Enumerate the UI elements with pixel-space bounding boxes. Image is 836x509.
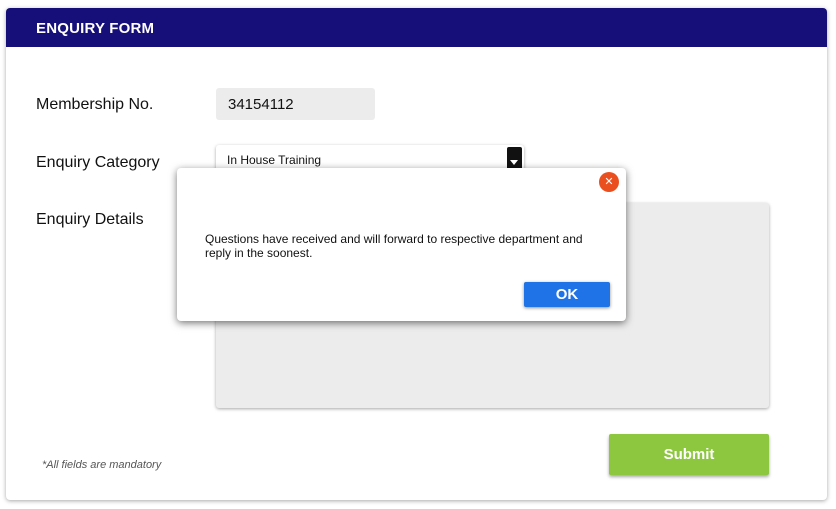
- category-selected-value: In House Training: [227, 153, 322, 167]
- confirmation-dialog: ✕ Questions have received and will forwa…: [177, 168, 626, 321]
- membership-number-value: 34154112: [228, 96, 294, 113]
- close-icon[interactable]: ✕: [599, 172, 619, 192]
- mandatory-note: *All fields are mandatory: [42, 459, 162, 471]
- form-title: ENQUIRY FORM: [36, 20, 155, 37]
- ok-button[interactable]: OK: [524, 282, 610, 307]
- membership-label: Membership No.: [36, 96, 154, 113]
- dialog-message: Questions have received and will forward…: [205, 232, 583, 260]
- category-label: Enquiry Category: [36, 154, 160, 171]
- form-header: ENQUIRY FORM: [6, 8, 827, 47]
- membership-number-field[interactable]: 34154112: [216, 88, 375, 120]
- details-label: Enquiry Details: [36, 211, 144, 228]
- submit-button[interactable]: Submit: [609, 434, 769, 475]
